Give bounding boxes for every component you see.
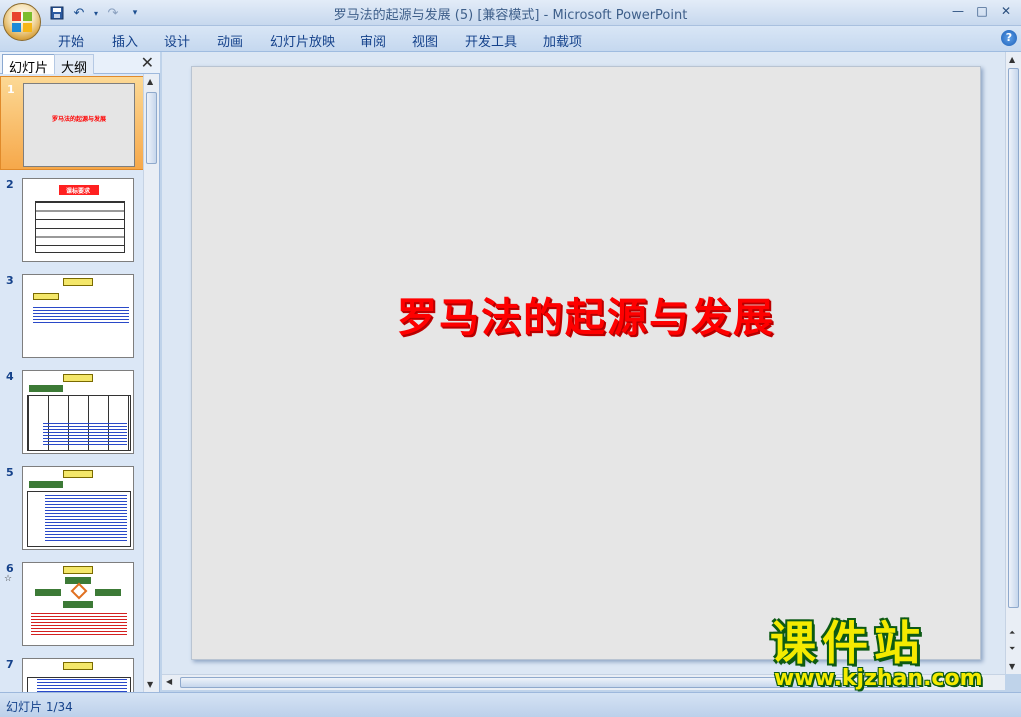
next-slide-icon[interactable]: ⏷ bbox=[1009, 644, 1015, 654]
thumbnail-number: 3 bbox=[6, 274, 14, 287]
scrollbar-thumb[interactable] bbox=[1008, 68, 1019, 608]
tab-design[interactable]: 设计 bbox=[164, 31, 190, 50]
slide-thumbnail-2[interactable]: 2 课标要求 bbox=[0, 172, 144, 264]
slides-pane: 幻灯片 大纲 ✕ 1 罗马法的起源与发展 2 课标要求 3 4 5 6 ☆ 7 … bbox=[0, 52, 160, 692]
thumbnail-image bbox=[22, 562, 134, 646]
maximize-button[interactable]: □ bbox=[971, 2, 993, 20]
title-bar: ↶ ▾ ↷ ▾ 罗马法的起源与发展 (5) [兼容模式] - Microsoft… bbox=[0, 0, 1021, 26]
thumbnail-image bbox=[22, 274, 134, 358]
watermark-logo: 课件站 bbox=[770, 616, 926, 670]
tab-slideshow[interactable]: 幻灯片放映 bbox=[270, 31, 335, 50]
thumbnail-label bbox=[63, 601, 93, 608]
thumbnail-scrollbar[interactable]: ▲ ▼ bbox=[143, 74, 159, 692]
window-title: 罗马法的起源与发展 (5) [兼容模式] - Microsoft PowerPo… bbox=[333, 8, 688, 23]
watermark-url: www.kjzhan.com bbox=[774, 666, 983, 691]
tab-view[interactable]: 视图 bbox=[412, 31, 438, 50]
thumbnail-number: 5 bbox=[6, 466, 14, 479]
scroll-down-icon[interactable]: ▼ bbox=[1009, 662, 1015, 671]
thumbnail-image bbox=[22, 370, 134, 454]
scrollbar-thumb[interactable] bbox=[146, 92, 157, 164]
thumbnail-title: 课标要求 bbox=[65, 188, 90, 195]
thumbnail-table bbox=[35, 201, 125, 253]
thumbnail-label bbox=[29, 481, 63, 488]
close-icon[interactable]: ✕ bbox=[141, 53, 154, 72]
thumbnail-image bbox=[22, 658, 134, 692]
slide-thumbnail-6[interactable]: 6 ☆ bbox=[0, 556, 144, 648]
minimize-button[interactable]: — bbox=[947, 2, 969, 20]
thumbnail-image: 课标要求 bbox=[22, 178, 134, 262]
office-button[interactable] bbox=[3, 3, 41, 41]
pane-tabs: 幻灯片 大纲 ✕ bbox=[0, 52, 160, 76]
status-bar: 幻灯片 1/34 bbox=[0, 692, 1021, 717]
tab-developer[interactable]: 开发工具 bbox=[465, 31, 517, 50]
slide-title[interactable]: 罗马法的起源与发展 bbox=[192, 285, 980, 343]
slide-thumbnail-3[interactable]: 3 bbox=[0, 268, 144, 360]
thumbnail-text bbox=[45, 495, 127, 541]
thumbnail-label bbox=[63, 566, 93, 574]
window-controls: — □ ✕ bbox=[947, 2, 1017, 20]
thumbnail-number: 7 bbox=[6, 658, 14, 671]
thumbnail-label bbox=[95, 589, 121, 596]
slide-editor: 罗马法的起源与发展 bbox=[162, 52, 1005, 674]
thumbnail-image bbox=[22, 466, 134, 550]
thumbnail-number: 1 bbox=[7, 83, 15, 96]
office-logo-icon bbox=[12, 12, 33, 33]
current-slide[interactable]: 罗马法的起源与发展 bbox=[191, 66, 981, 660]
thumbnail-text bbox=[37, 679, 127, 692]
animation-icon: ☆ bbox=[4, 574, 13, 584]
slide-thumbnail-7[interactable]: 7 bbox=[0, 652, 144, 692]
help-icon[interactable]: ? bbox=[1001, 30, 1017, 46]
scroll-up-icon[interactable]: ▲ bbox=[147, 77, 153, 86]
thumbnail-list: 1 罗马法的起源与发展 2 课标要求 3 4 5 6 ☆ 7 bbox=[0, 74, 144, 692]
scroll-down-icon[interactable]: ▼ bbox=[147, 680, 153, 689]
thumbnail-label bbox=[35, 589, 61, 596]
thumbnail-label bbox=[63, 278, 93, 286]
scroll-up-icon[interactable]: ▲ bbox=[1009, 55, 1015, 64]
thumbnail-label bbox=[63, 470, 93, 478]
thumbnail-text bbox=[43, 423, 127, 445]
thumbnail-text bbox=[31, 613, 127, 637]
tab-addins[interactable]: 加载项 bbox=[543, 31, 582, 50]
thumbnail-label bbox=[63, 374, 93, 382]
thumbnail-label bbox=[29, 385, 63, 392]
close-button[interactable]: ✕ bbox=[995, 2, 1017, 20]
thumbnail-label bbox=[63, 662, 93, 670]
thumbnail-number: 4 bbox=[6, 370, 14, 383]
thumbnail-image: 罗马法的起源与发展 bbox=[23, 83, 135, 167]
thumbnail-label bbox=[33, 293, 59, 300]
slide-thumbnail-1[interactable]: 1 罗马法的起源与发展 bbox=[0, 76, 144, 170]
ribbon-tabs: 开始 插入 设计 动画 幻灯片放映 审阅 视图 开发工具 加载项 ? bbox=[0, 26, 1021, 52]
editor-vertical-scrollbar[interactable]: ▲ ⏶ ⏷ ▼ bbox=[1005, 52, 1021, 674]
prev-slide-icon[interactable]: ⏶ bbox=[1009, 628, 1015, 638]
tab-home[interactable]: 开始 bbox=[58, 31, 84, 50]
slide-thumbnail-4[interactable]: 4 bbox=[0, 364, 144, 456]
thumbnail-text bbox=[33, 307, 129, 325]
tab-animations[interactable]: 动画 bbox=[217, 31, 243, 50]
diamond-icon bbox=[70, 582, 88, 600]
watermark: 课件站 www.kjzhan.com bbox=[770, 618, 1006, 692]
scroll-left-icon[interactable]: ◀ bbox=[166, 677, 172, 686]
tab-insert[interactable]: 插入 bbox=[112, 31, 138, 50]
tab-review[interactable]: 审阅 bbox=[360, 31, 386, 50]
tab-slides[interactable]: 幻灯片 bbox=[2, 54, 56, 76]
thumbnail-title: 罗马法的起源与发展 bbox=[51, 116, 106, 123]
tab-outline[interactable]: 大纲 bbox=[54, 54, 95, 76]
slide-thumbnail-5[interactable]: 5 bbox=[0, 460, 144, 552]
thumbnail-number: 2 bbox=[6, 178, 14, 191]
slide-counter: 幻灯片 1/34 bbox=[6, 700, 73, 714]
